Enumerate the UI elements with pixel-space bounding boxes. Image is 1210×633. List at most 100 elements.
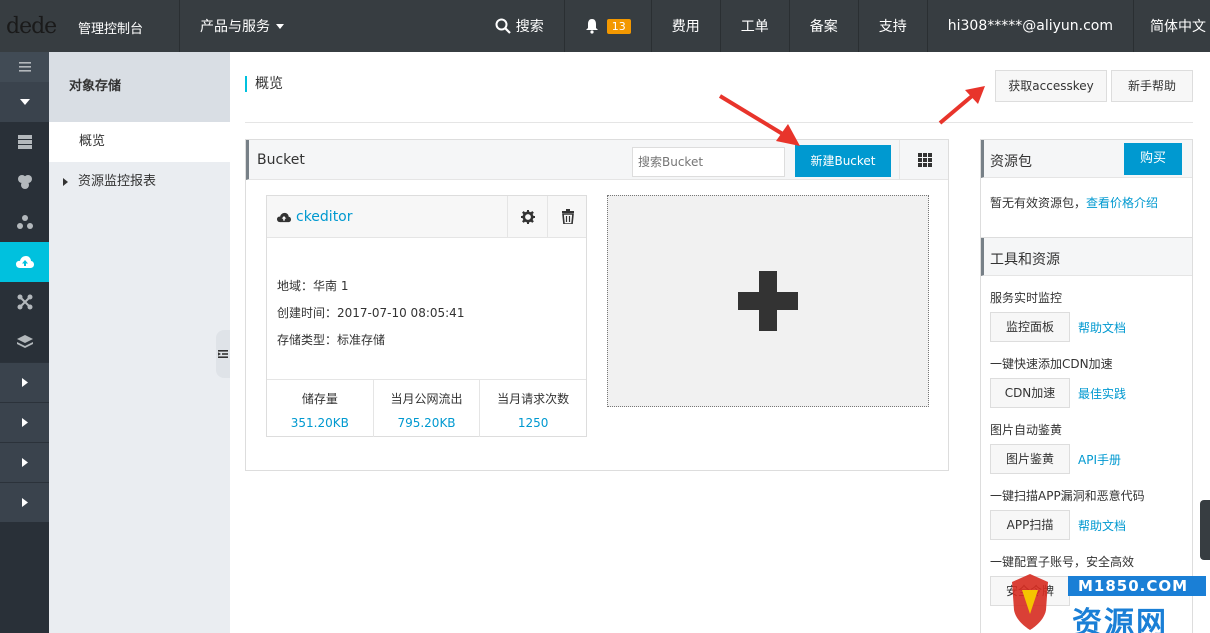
watermark-text: 资源网 bbox=[1072, 606, 1168, 633]
record-menu[interactable]: 备案 bbox=[788, 0, 858, 52]
chevron-right-icon bbox=[21, 498, 28, 507]
stat-label: 当月请求次数 bbox=[497, 392, 570, 406]
caret-down-icon bbox=[19, 99, 30, 105]
tool-label: 一键快速添加CDN加速 bbox=[990, 357, 1113, 371]
tool-app-scan: 一键扫描APP漏洞和恶意代码 APP扫描 帮助文档 bbox=[981, 488, 1192, 540]
tool-label: 服务实时监控 bbox=[990, 291, 1063, 305]
fees-menu[interactable]: 费用 bbox=[650, 0, 720, 52]
bucket-region: 地域：华南 1 bbox=[277, 279, 349, 293]
network-icon bbox=[16, 215, 33, 229]
cdn-button[interactable]: CDN加速 bbox=[990, 378, 1070, 408]
tools-header: 工具和资源 bbox=[981, 238, 1192, 276]
sidebar-item-monitor-report[interactable]: 资源监控报表 bbox=[49, 162, 230, 202]
trash-icon bbox=[561, 209, 574, 224]
products-menu[interactable]: 产品与服务 bbox=[180, 0, 304, 52]
bucket-storage-type: 存储类型：标准存储 bbox=[277, 333, 386, 347]
bucket-info: 地域：华南 1 创建时间：2017-07-10 08:05:41 存储类型：标准… bbox=[277, 273, 464, 354]
newbie-help-button[interactable]: 新手帮助 bbox=[1111, 70, 1193, 102]
help-doc-link[interactable]: 帮助文档 bbox=[1078, 517, 1126, 534]
bucket-name: ckeditor bbox=[296, 209, 353, 225]
stat-requests: 当月请求次数 1250 bbox=[479, 380, 586, 437]
tool-porn-detect: 图片自动鉴黄 图片鉴黄 API手册 bbox=[981, 422, 1192, 474]
rail-item-cdn[interactable] bbox=[0, 282, 49, 322]
rail-expand[interactable] bbox=[0, 82, 49, 122]
rail-group-1[interactable] bbox=[0, 362, 49, 402]
account-menu[interactable]: hi308*****@aliyun.com bbox=[926, 0, 1133, 52]
notifications-button[interactable]: 13 bbox=[563, 0, 651, 52]
rail-item-oss[interactable] bbox=[0, 242, 49, 282]
search-icon bbox=[495, 18, 511, 34]
stat-label: 当月公网流出 bbox=[390, 392, 463, 406]
rail-group-3[interactable] bbox=[0, 442, 49, 482]
monitor-panel-button[interactable]: 监控面板 bbox=[990, 312, 1070, 342]
cloud-upload-icon bbox=[277, 212, 291, 222]
bucket-search-input[interactable] bbox=[632, 147, 785, 177]
add-bucket-card[interactable] bbox=[607, 195, 929, 407]
feedback-tab[interactable] bbox=[1200, 500, 1210, 560]
resource-pack-title: 资源包 bbox=[990, 154, 1032, 170]
rail-item-ecs[interactable] bbox=[0, 122, 49, 162]
search-label: 搜索 bbox=[515, 19, 544, 35]
stat-storage: 储存量 351.20KB bbox=[267, 380, 373, 437]
ticket-menu[interactable]: 工单 bbox=[719, 0, 789, 52]
stat-value[interactable]: 1250 bbox=[480, 416, 586, 430]
search-button[interactable]: 搜索 bbox=[475, 0, 564, 52]
sidebar-collapse-toggle[interactable] bbox=[216, 330, 230, 378]
support-menu[interactable]: 支持 bbox=[857, 0, 927, 52]
rail-group-4[interactable] bbox=[0, 482, 49, 522]
stat-outbound: 当月公网流出 795.20KB bbox=[372, 380, 480, 437]
bucket-name-link[interactable]: ckeditor bbox=[277, 209, 353, 225]
main-content: 概览 获取accesskey 新手帮助 Bucket 新建Bucket cked… bbox=[230, 52, 1210, 633]
rail-item-network[interactable] bbox=[0, 202, 49, 242]
sidebar-title: 对象存储 bbox=[49, 52, 230, 122]
console-title: 管理控制台 bbox=[78, 22, 144, 37]
get-accesskey-button[interactable]: 获取accesskey bbox=[995, 70, 1107, 102]
notification-count-badge: 13 bbox=[606, 18, 631, 34]
bucket-stats: 储存量 351.20KB 当月公网流出 795.20KB 当月请求次数 1250 bbox=[267, 379, 586, 437]
products-menu-label: 产品与服务 bbox=[200, 19, 270, 35]
server-icon bbox=[17, 135, 32, 149]
rail-item-layers[interactable] bbox=[0, 322, 49, 362]
buy-button[interactable]: 购买 bbox=[1124, 143, 1182, 175]
image-moderation-button[interactable]: 图片鉴黄 bbox=[990, 444, 1070, 474]
menu-toggle[interactable] bbox=[0, 52, 49, 82]
bucket-panel: Bucket 新建Bucket ckeditor 地域 bbox=[245, 139, 949, 471]
resource-pack-header: 资源包 购买 bbox=[981, 140, 1192, 178]
api-manual-link[interactable]: API手册 bbox=[1078, 451, 1121, 468]
chevron-right-icon bbox=[21, 418, 28, 427]
grid-view-toggle[interactable] bbox=[899, 140, 949, 179]
resource-pack-panel: 资源包 购买 暂无有效资源包，查看价格介绍 bbox=[980, 139, 1193, 239]
divider bbox=[245, 122, 1193, 123]
icon-rail bbox=[0, 52, 49, 633]
bucket-panel-header: Bucket 新建Bucket bbox=[246, 140, 948, 180]
resource-pack-body: 暂无有效资源包，查看价格介绍 bbox=[981, 178, 1192, 227]
rail-item-rds[interactable] bbox=[0, 162, 49, 202]
language-menu[interactable]: 简体中文 bbox=[1133, 0, 1210, 52]
bucket-settings-button[interactable] bbox=[507, 196, 547, 237]
price-info-link[interactable]: 查看价格介绍 bbox=[1086, 196, 1158, 210]
best-practice-link[interactable]: 最佳实践 bbox=[1078, 385, 1126, 402]
help-doc-link[interactable]: 帮助文档 bbox=[1078, 319, 1126, 336]
product-sidebar: 对象存储 概览 资源监控报表 bbox=[49, 52, 230, 633]
tool-monitor: 服务实时监控 监控面板 帮助文档 bbox=[981, 290, 1192, 342]
tool-label: 一键配置子账号，安全高效 bbox=[990, 555, 1135, 569]
tools-title: 工具和资源 bbox=[990, 252, 1060, 268]
sidebar-item-label: 资源监控报表 bbox=[78, 174, 157, 189]
tool-label: 图片自动鉴黄 bbox=[990, 423, 1063, 437]
database-icon bbox=[17, 175, 32, 189]
rail-group-2[interactable] bbox=[0, 402, 49, 442]
new-bucket-button[interactable]: 新建Bucket bbox=[795, 145, 891, 177]
stat-value[interactable]: 351.20KB bbox=[267, 416, 373, 430]
stat-label: 储存量 bbox=[301, 392, 338, 406]
sidebar-item-overview[interactable]: 概览 bbox=[49, 122, 230, 162]
bucket-delete-button[interactable] bbox=[547, 196, 587, 237]
console-home-link[interactable]: dede 管理控制台 bbox=[0, 0, 180, 52]
gear-icon bbox=[520, 209, 535, 224]
watermark-site: M1850.COM bbox=[1078, 577, 1189, 595]
tool-cdn: 一键快速添加CDN加速 CDN加速 最佳实践 bbox=[981, 356, 1192, 408]
stat-value[interactable]: 795.20KB bbox=[374, 416, 480, 430]
app-scan-button[interactable]: APP扫描 bbox=[990, 510, 1070, 540]
chevron-right-icon bbox=[21, 378, 28, 387]
chevron-down-icon bbox=[276, 23, 284, 29]
